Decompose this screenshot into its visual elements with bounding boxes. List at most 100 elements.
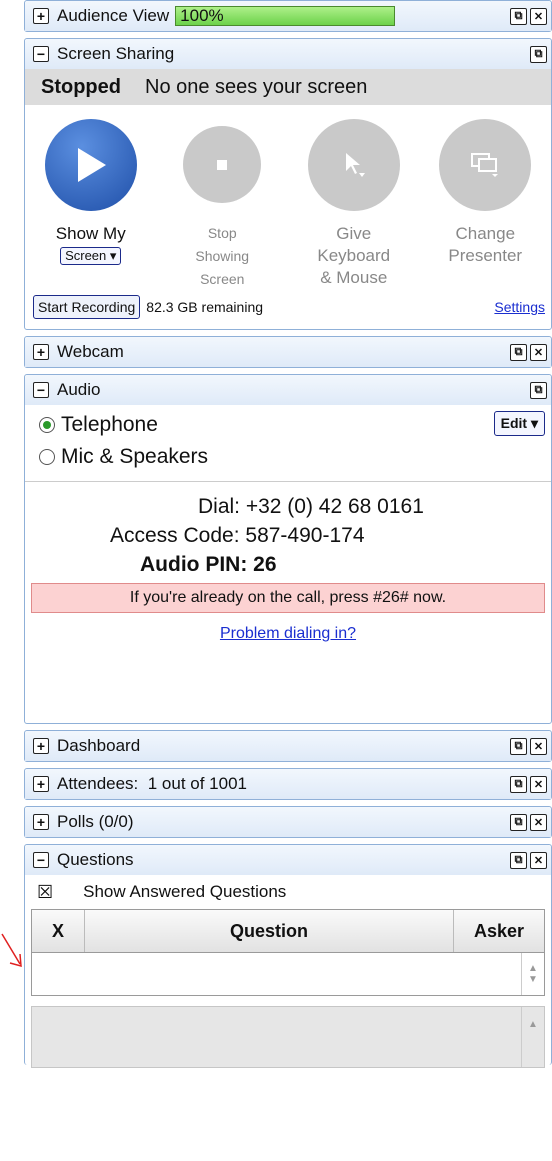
settings-link[interactable]: Settings [494,299,545,315]
mic-speakers-radio[interactable]: Mic & Speakers [25,443,494,471]
attendees-header: + Attendees: 1 out of 1001 ⧉ ✕ [25,769,551,799]
change-presenter-control[interactable]: Change Presenter [420,119,552,291]
panel-title: Dashboard [57,736,141,755]
audio-options: Telephone Mic & Speakers Edit ▾ [25,405,551,471]
show-answered-row: ☒ Show Answered Questions [25,875,551,909]
audio-panel: − Audio ⧉ Telephone Mic & Speakers Edit … [24,374,552,724]
panel-title: Screen Sharing [57,44,175,63]
popout-icon[interactable]: ⧉ [510,775,527,793]
table-scrollbar[interactable]: ▲ ▼ [521,953,544,995]
expand-icon[interactable]: + [33,738,49,754]
audience-view-header: + Audience View 100% ⧉ ✕ [25,1,551,31]
show-answered-label: Show Answered Questions [83,882,287,901]
input-scrollbar[interactable]: ▲ [521,1007,544,1067]
popout-icon[interactable]: ⧉ [510,851,527,869]
panel-title: Polls (0/0) [57,812,134,831]
radio-unselected-icon[interactable] [39,449,55,465]
sharing-status-bar: Stopped No one sees your screen [25,69,551,105]
close-icon[interactable]: ✕ [530,7,547,25]
audience-view-panel: + Audience View 100% ⧉ ✕ [24,0,552,32]
polls-panel: + Polls (0/0) ⧉ ✕ [24,806,552,838]
change-label-1: Change [455,224,516,243]
screen-sharing-panel: − Screen Sharing ⧉ Stopped No one sees y… [24,38,552,330]
screen-sharing-header: − Screen Sharing ⧉ [25,39,551,69]
popout-icon[interactable]: ⧉ [530,45,547,63]
dashboard-header: + Dashboard ⧉ ✕ [25,731,551,761]
edit-button[interactable]: Edit ▾ [493,411,545,436]
panel-title: Attendees: 1 out of 1001 [57,774,247,793]
stop-showing-control[interactable]: Stop Showing Screen [157,119,289,291]
close-icon[interactable]: ✕ [530,343,547,361]
question-input-area[interactable]: ▲ [31,1006,545,1068]
monitors-icon[interactable] [439,119,532,211]
panel-title: Webcam [57,342,124,361]
audio-pin: Audio PIN: 26 [140,553,277,576]
questions-header: − Questions ⧉ ✕ [25,845,551,875]
radio-selected-icon[interactable] [39,417,55,433]
webcam-header: + Webcam ⧉ ✕ [25,337,551,367]
play-icon[interactable] [44,119,137,211]
attendees-panel: + Attendees: 1 out of 1001 ⧉ ✕ [24,768,552,800]
stop-icon[interactable] [183,126,262,203]
dial-number: Dial: +32 (0) 42 68 0161 [198,495,424,518]
collapse-icon[interactable]: − [33,382,49,398]
audience-progress-bar: 100% [175,6,396,26]
access-code: Access Code: 587-490-174 [110,524,365,547]
stop-label-3: Screen [200,271,245,287]
popout-icon[interactable]: ⧉ [510,343,527,361]
panel-title: Audio [57,380,101,399]
problem-dialing-link[interactable]: Problem dialing in? [220,625,356,642]
popout-icon[interactable]: ⧉ [510,813,527,831]
column-question[interactable]: Question [85,910,454,952]
popout-icon[interactable]: ⧉ [530,381,547,399]
audio-header: − Audio ⧉ [25,375,551,405]
panel-title: Questions [57,850,134,869]
collapse-icon[interactable]: − [33,852,49,868]
expand-icon[interactable]: + [33,776,49,792]
expand-icon[interactable]: + [33,344,49,360]
telephone-label: Telephone [61,413,158,436]
give-label-1: Give [336,224,372,243]
expand-icon[interactable]: + [33,814,49,830]
popout-icon[interactable]: ⧉ [510,737,527,755]
call-notice: If you're already on the call, press #26… [31,583,545,613]
close-icon[interactable]: ✕ [530,737,547,755]
table-body: ▲ ▼ [32,953,544,995]
panel-title: Audience View [57,6,170,25]
annotation-arrow-icon [1,933,22,968]
status-message: No one sees your screen [145,75,368,98]
stop-label-1: Stop [207,225,237,241]
recording-row: Start Recording 82.3 GB remaining Settin… [25,291,551,329]
screen-dropdown[interactable]: Screen ▾ [60,247,122,265]
close-icon[interactable]: ✕ [530,775,547,793]
polls-header: + Polls (0/0) ⧉ ✕ [25,807,551,837]
give-label-2: Keyboard [317,246,391,265]
questions-panel: − Questions ⧉ ✕ ☒ Show Answered Question… [24,844,552,1068]
dial-info: Dial: +32 (0) 42 68 0161 Access Code: 58… [25,481,551,579]
scroll-down-icon[interactable]: ▼ [528,974,538,985]
pointer-icon[interactable] [307,119,400,211]
sharing-controls: Show My Screen ▾ Stop Showing Screen Giv… [25,105,551,291]
change-label-2: Presenter [448,246,523,265]
questions-table: X Question Asker ▲ ▼ [31,909,545,996]
progress-label: 100% [180,6,224,25]
close-icon[interactable]: ✕ [530,813,547,831]
show-my-label: Show My [55,224,126,243]
checkbox-x-icon[interactable]: ☒ [37,882,53,903]
webcam-panel: + Webcam ⧉ ✕ [24,336,552,368]
dashboard-panel: + Dashboard ⧉ ✕ [24,730,552,762]
popout-icon[interactable]: ⧉ [510,7,527,25]
table-header: X Question Asker [32,910,544,953]
collapse-icon[interactable]: − [33,46,49,62]
column-x[interactable]: X [32,910,85,952]
give-keyboard-control[interactable]: Give Keyboard & Mouse [288,119,420,291]
column-asker[interactable]: Asker [454,910,544,952]
scroll-up-icon[interactable]: ▲ [528,963,538,974]
show-my-screen-control[interactable]: Show My Screen ▾ [25,119,157,291]
close-icon[interactable]: ✕ [530,851,547,869]
expand-icon[interactable]: + [33,8,49,24]
telephone-radio[interactable]: Telephone [25,411,494,439]
start-recording-button[interactable]: Start Recording [33,295,141,319]
scroll-up-icon[interactable]: ▲ [528,1019,538,1030]
stop-label-2: Showing [195,248,250,264]
